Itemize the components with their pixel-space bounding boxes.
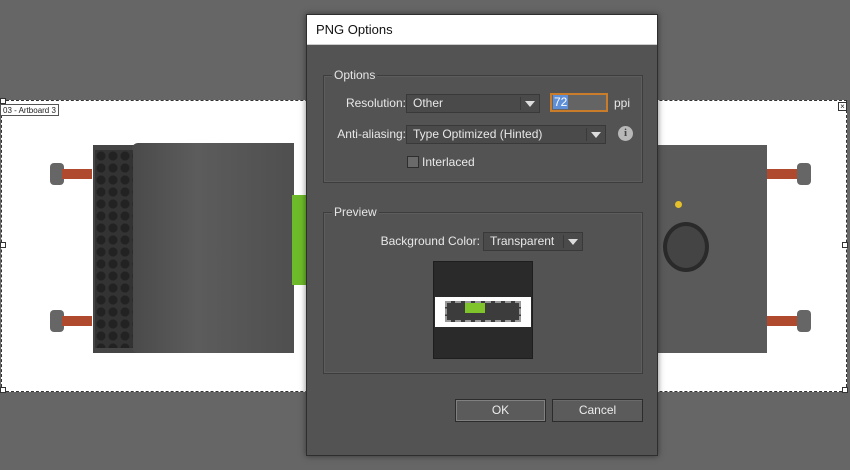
info-icon[interactable]: i bbox=[618, 126, 633, 141]
artboard-handle-bottom-left[interactable] bbox=[0, 387, 6, 393]
background-color-select[interactable]: Transparent bbox=[483, 232, 583, 251]
png-options-dialog: PNG Options Options Resolution: Other 72… bbox=[306, 14, 658, 456]
artboard-handle-bottom-right[interactable] bbox=[842, 387, 848, 393]
ppi-input-value: 72 bbox=[553, 95, 569, 109]
preview-thumbnail bbox=[433, 261, 533, 359]
preview-image bbox=[435, 297, 531, 327]
interlaced-checkbox[interactable] bbox=[407, 156, 419, 168]
ppi-input[interactable]: 72 bbox=[550, 93, 608, 112]
chevron-down-icon bbox=[568, 239, 578, 245]
artwork-rod-bottom-left bbox=[50, 310, 98, 332]
ppi-unit-label: ppi bbox=[614, 96, 631, 110]
artboard-label[interactable]: 03 - Artboard 3 bbox=[0, 104, 59, 116]
options-group-title: Options bbox=[332, 68, 378, 82]
artboard-handle-top-left[interactable] bbox=[0, 98, 6, 104]
chevron-down-icon bbox=[591, 132, 601, 138]
background-color-label: Background Color: bbox=[380, 234, 480, 248]
artwork-rod-top-left bbox=[50, 163, 98, 185]
chevron-down-icon bbox=[525, 101, 535, 107]
background-color-select-value: Transparent bbox=[490, 234, 555, 248]
resolution-select[interactable]: Other bbox=[406, 94, 540, 113]
antialiasing-select-value: Type Optimized (Hinted) bbox=[413, 127, 543, 141]
artboard-handle-right[interactable] bbox=[842, 242, 848, 248]
canvas-area: 03 - Artboard 3 × PNG Options Options Re… bbox=[0, 0, 850, 470]
artwork-porthole bbox=[663, 222, 709, 272]
interlaced-label[interactable]: Interlaced bbox=[422, 153, 475, 171]
antialiasing-select[interactable]: Type Optimized (Hinted) bbox=[406, 125, 606, 144]
artwork-rod-bottom-right bbox=[763, 310, 811, 332]
ok-button[interactable]: OK bbox=[455, 399, 546, 422]
preview-group-title: Preview bbox=[332, 205, 379, 219]
artwork-rod-top-right bbox=[763, 163, 811, 185]
antialiasing-label: Anti-aliasing: bbox=[337, 127, 406, 141]
cancel-button[interactable]: Cancel bbox=[552, 399, 643, 422]
artboard-handle-left[interactable] bbox=[0, 242, 6, 248]
artwork-tank-body bbox=[132, 143, 294, 353]
artwork-bulb bbox=[675, 201, 682, 208]
resolution-select-value: Other bbox=[413, 96, 444, 110]
options-group: Options Resolution: Other 72 ppi Anti-al… bbox=[323, 68, 643, 183]
artboard-close-icon[interactable]: × bbox=[838, 102, 847, 111]
resolution-label: Resolution: bbox=[345, 96, 406, 110]
artwork-coal bbox=[95, 150, 133, 348]
dialog-title[interactable]: PNG Options bbox=[307, 15, 657, 45]
